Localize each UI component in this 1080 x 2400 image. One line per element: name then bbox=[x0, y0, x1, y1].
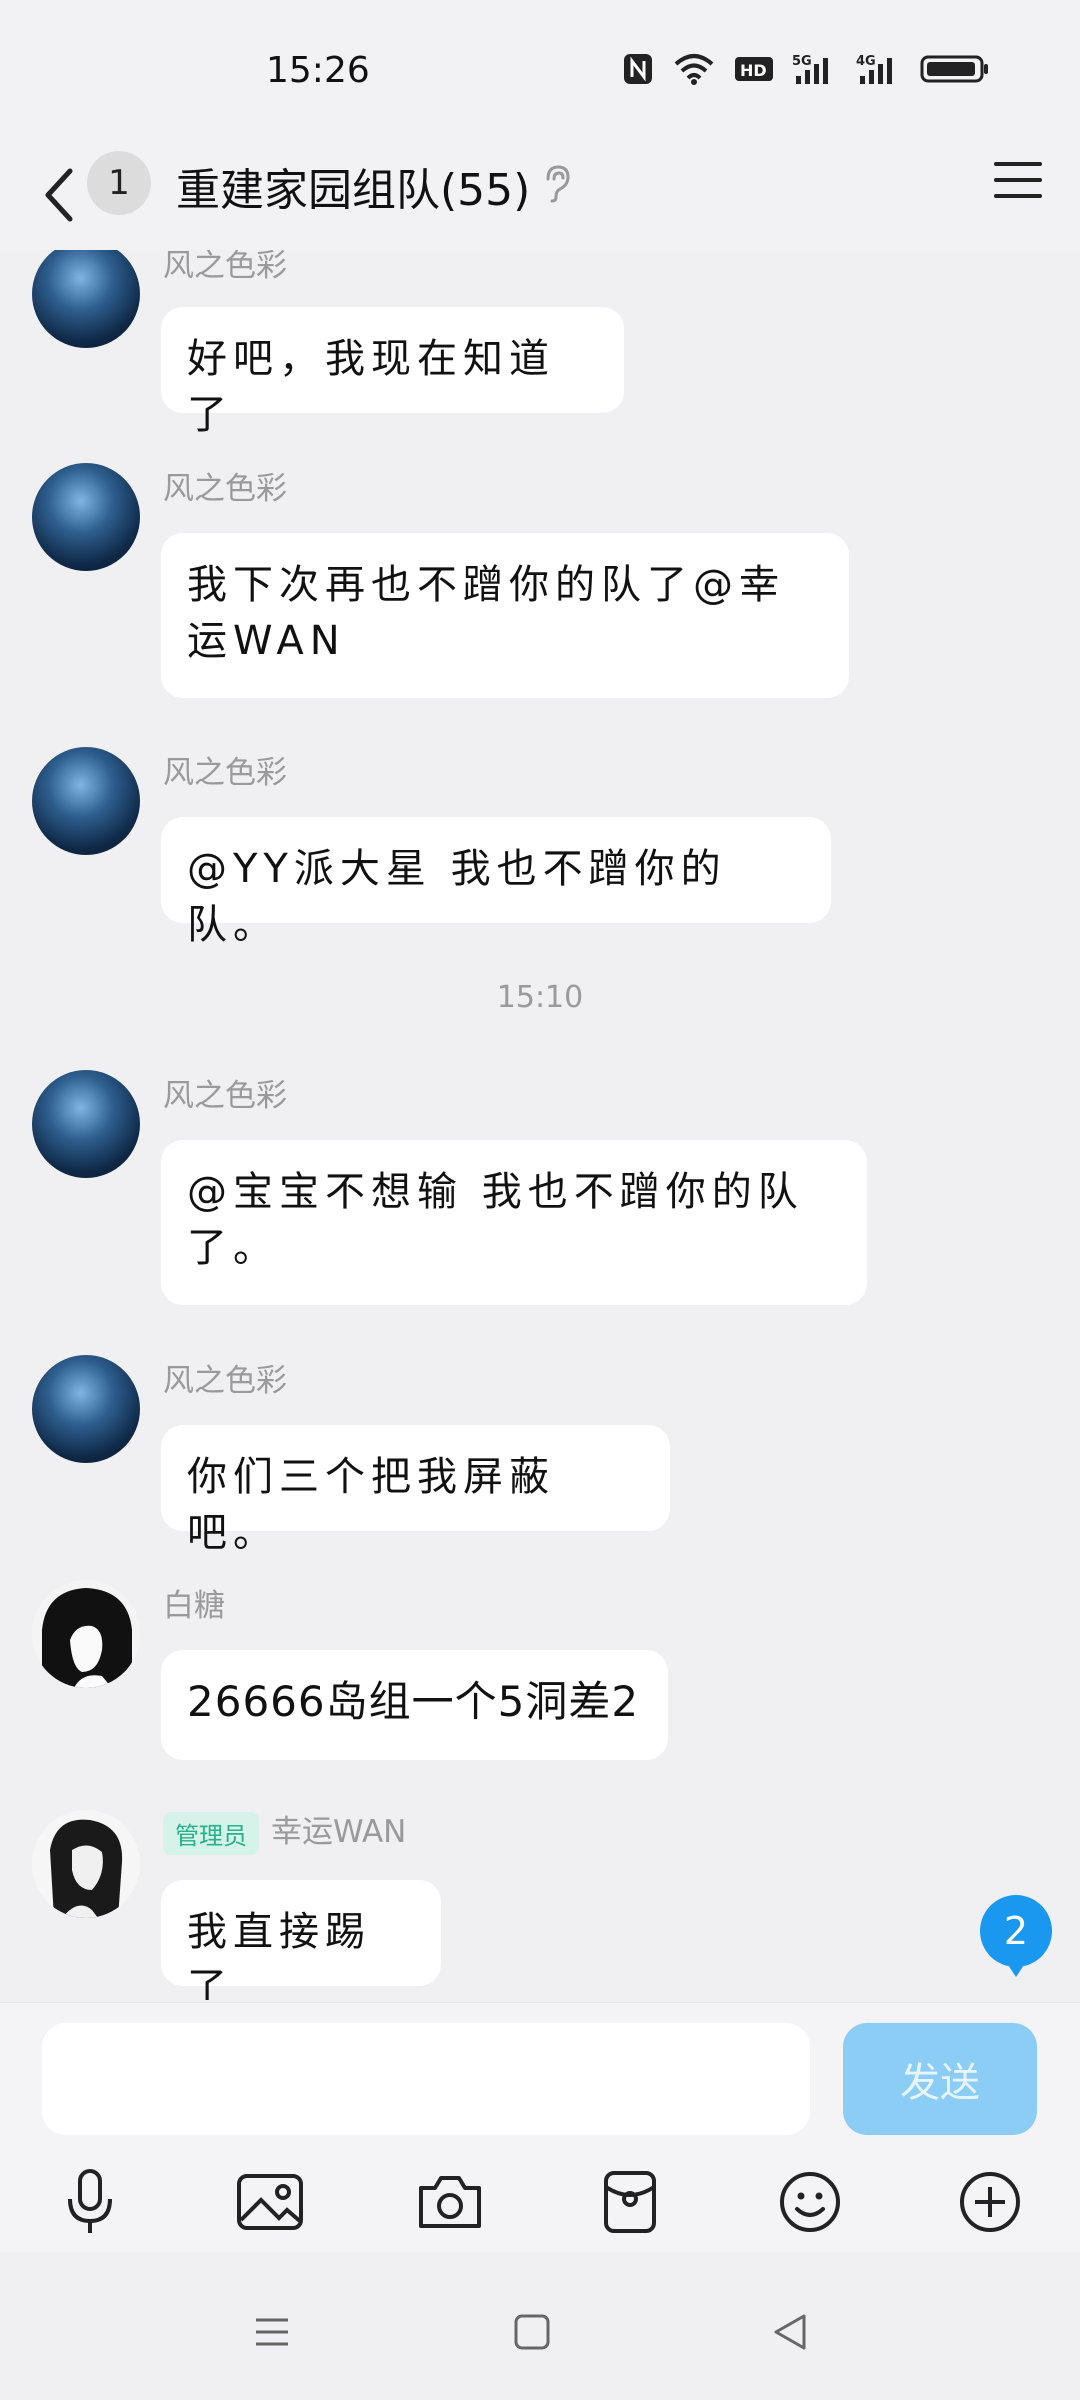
sender-avatar[interactable] bbox=[32, 1355, 140, 1463]
message-input[interactable] bbox=[42, 2023, 810, 2135]
battery-icon bbox=[920, 55, 988, 83]
back-arrow-icon[interactable] bbox=[40, 165, 76, 225]
hd-icon: HD bbox=[735, 57, 773, 81]
svg-text:4G: 4G bbox=[856, 54, 876, 69]
camera-icon[interactable] bbox=[410, 2162, 490, 2242]
menu-icon[interactable] bbox=[992, 158, 1044, 202]
sender-avatar[interactable] bbox=[32, 463, 140, 571]
status-time: 15:26 bbox=[266, 50, 370, 91]
signal-4g-icon: 4G bbox=[856, 54, 892, 84]
sender-avatar[interactable] bbox=[32, 1070, 140, 1178]
wifi-icon bbox=[674, 54, 714, 85]
chat-title[interactable]: 重建家园组队(55) bbox=[176, 154, 530, 218]
signal-5g-icon: 5G bbox=[792, 54, 828, 84]
sender-name: 风之色彩 bbox=[163, 1363, 287, 1399]
status-bar: 15:26 HD 5G 4G bbox=[0, 0, 1080, 140]
sender-avatar[interactable] bbox=[32, 1810, 140, 1918]
plus-icon[interactable] bbox=[950, 2162, 1030, 2242]
back-nav-icon[interactable] bbox=[760, 2302, 820, 2362]
sender-name-text: 幸运WAN bbox=[271, 1814, 407, 1850]
input-toolbar bbox=[0, 2152, 1080, 2252]
sender-avatar[interactable] bbox=[32, 250, 140, 348]
sender-name: 管理员 幸运WAN bbox=[163, 1806, 406, 1855]
message-bubble[interactable]: @宝宝不想输 我也不蹭你的队了。 bbox=[161, 1140, 867, 1305]
nfc-icon bbox=[624, 54, 652, 84]
send-button[interactable]: 发送 bbox=[843, 2023, 1037, 2135]
avatar-portrait-icon bbox=[32, 1580, 140, 1688]
svg-text:HD: HD bbox=[740, 61, 767, 80]
sender-avatar[interactable] bbox=[32, 1580, 140, 1688]
message-bubble[interactable]: 我直接踢了 bbox=[161, 1880, 441, 2000]
red-packet-icon[interactable] bbox=[590, 2162, 670, 2242]
sender-name: 白糖 bbox=[163, 1588, 225, 1624]
unread-count-badge[interactable]: 1 bbox=[87, 151, 151, 215]
admin-badge: 管理员 bbox=[163, 1812, 259, 1855]
recent-apps-icon[interactable] bbox=[242, 2302, 302, 2362]
status-icons: HD 5G 4G bbox=[622, 52, 990, 86]
sender-avatar[interactable] bbox=[32, 747, 140, 855]
home-icon[interactable] bbox=[502, 2302, 562, 2362]
message-bubble[interactable]: @YY派大星 我也不蹭你的队。 bbox=[161, 817, 831, 948]
message-bubble[interactable]: 26666岛组一个5洞差2 bbox=[161, 1650, 668, 1760]
new-messages-badge[interactable]: 2 bbox=[980, 1895, 1052, 1977]
sender-name: 风之色彩 bbox=[163, 755, 287, 791]
message-timestamp: 15:10 bbox=[496, 980, 584, 1015]
microphone-icon[interactable] bbox=[50, 2162, 130, 2242]
image-icon[interactable] bbox=[230, 2162, 310, 2242]
message-bubble[interactable]: 你们三个把我屏蔽吧。 bbox=[161, 1425, 670, 1556]
input-bar: 发送 bbox=[0, 2002, 1080, 2153]
sender-name: 风之色彩 bbox=[163, 471, 287, 507]
message-bubble[interactable]: 我下次再也不蹭你的队了@幸运WAN bbox=[161, 533, 849, 698]
svg-text:5G: 5G bbox=[792, 54, 812, 69]
avatar-portrait-icon bbox=[32, 1810, 140, 1918]
sender-name: 风之色彩 bbox=[163, 1078, 287, 1114]
system-nav-bar bbox=[0, 2252, 1080, 2400]
ear-icon[interactable] bbox=[540, 163, 574, 203]
sender-name: 风之色彩 bbox=[163, 250, 287, 284]
message-list[interactable]: 风之色彩 好吧，我现在知道了 风之色彩 我下次再也不蹭你的队了@幸运WAN 风之… bbox=[0, 250, 1080, 2000]
emoji-icon[interactable] bbox=[770, 2162, 850, 2242]
message-bubble[interactable]: 好吧，我现在知道了 bbox=[161, 307, 624, 438]
